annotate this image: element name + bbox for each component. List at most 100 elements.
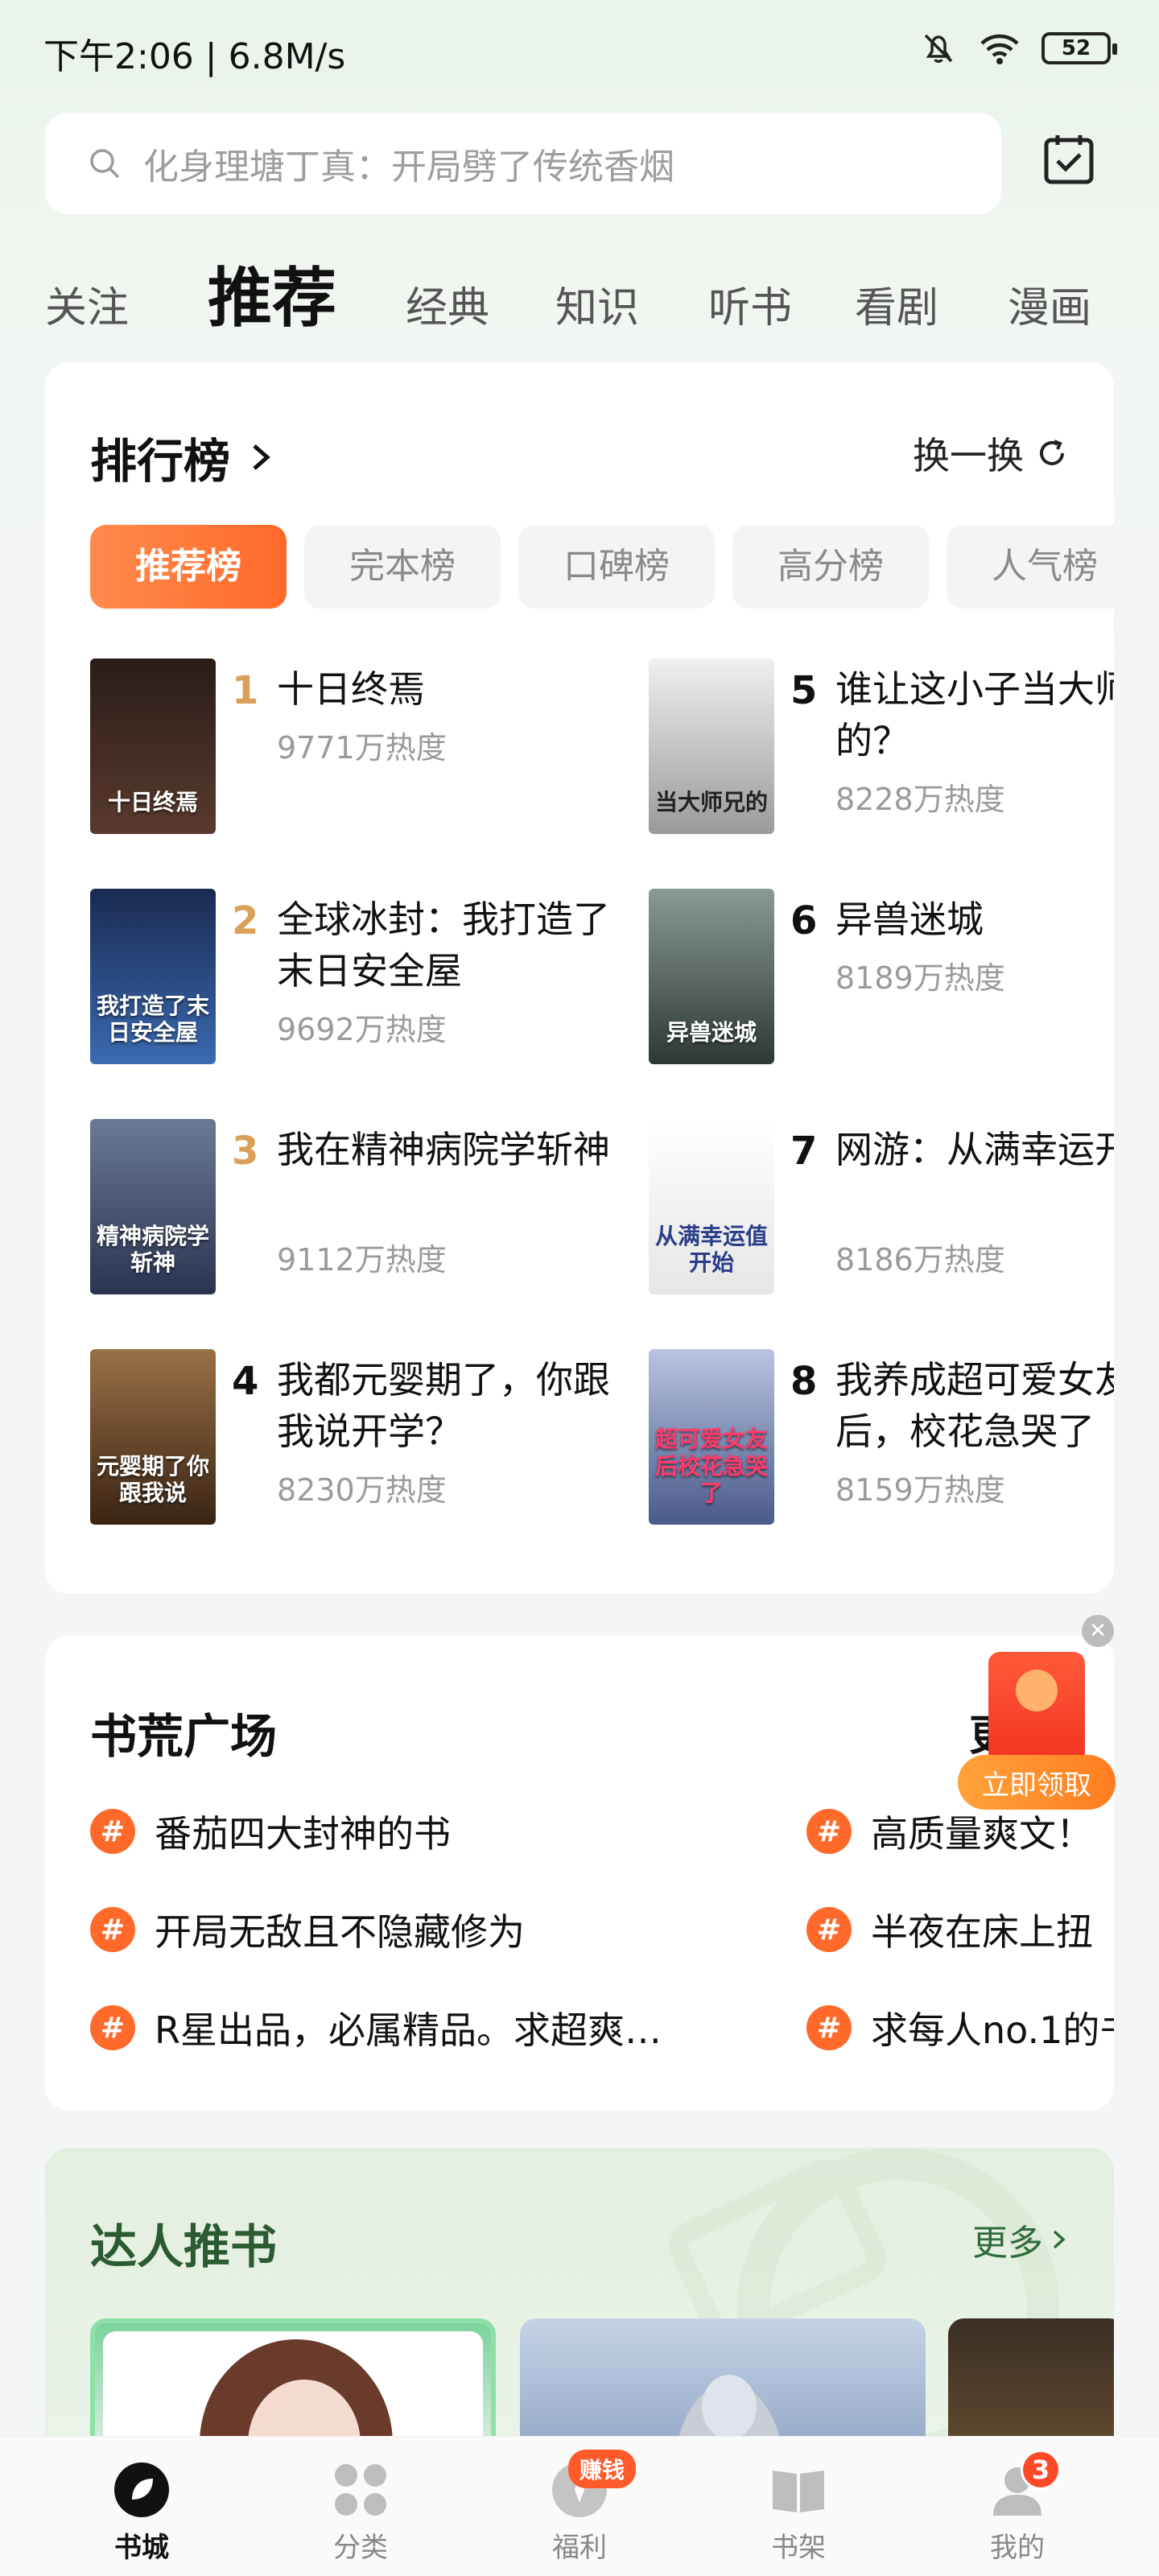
book-title: 异兽迷城: [835, 898, 984, 941]
ranking-card: 排行榜 换一换 推荐榜 完本榜 口碑榜 高分榜 人气榜 十日终焉 1 十日终焉 9771…: [45, 362, 1114, 1594]
book-cover: 超可爱女友后校花急哭了: [649, 1349, 774, 1525]
grid-category-icon: [332, 2461, 390, 2519]
nav-label: 书城: [114, 2532, 169, 2564]
book-title: 网游：从满幸运开始: [835, 1128, 1114, 1171]
red-packet-icon: [988, 1652, 1085, 1765]
book-cover: 元婴期了你跟我说: [90, 1349, 216, 1525]
ranking-header[interactable]: 排行榜: [90, 423, 275, 491]
ranking-book[interactable]: 当大师兄的 5 谁让这小子当大师兄的？ 8228万热度: [649, 658, 1114, 844]
nav-label: 福利: [552, 2532, 607, 2564]
battery-level: 52: [1061, 36, 1091, 60]
nav-welfare[interactable]: 赚钱 福利: [499, 2437, 660, 2576]
ranking-filter-chips: 推荐榜 完本榜 口碑榜 高分榜 人气榜: [90, 525, 1114, 610]
red-packet-float[interactable]: ✕ 立即领取: [958, 1615, 1116, 1816]
chip-reputation[interactable]: 口碑榜: [518, 525, 715, 609]
tab-recommend[interactable]: 推荐: [208, 246, 336, 340]
topic-item[interactable]: # R星出品，必属精品。求超爽…: [90, 2001, 662, 2054]
rank-number: 8: [790, 1359, 818, 1404]
expert-more-link[interactable]: 更多: [972, 2214, 1069, 2265]
topic-text: 求每人no.1的书: [871, 2008, 1114, 2052]
refresh-label: 换一换: [913, 434, 1024, 477]
user-icon: 3: [988, 2450, 1061, 2519]
tab-follow[interactable]: 关注: [45, 274, 129, 334]
close-icon[interactable]: ✕: [1082, 1615, 1114, 1647]
topic-item[interactable]: # 番茄四大封神的书: [90, 1805, 451, 1858]
ranking-book[interactable]: 异兽迷城 6 异兽迷城 8189万热度: [649, 889, 1114, 1074]
expert-more-label: 更多: [972, 2223, 1043, 2264]
book-title: 谁让这小子当大师兄的？: [835, 667, 1114, 762]
chevron-right-icon: [1053, 2230, 1066, 2249]
tab-comics[interactable]: 漫画: [1008, 274, 1091, 334]
coin-icon: [1016, 1670, 1058, 1711]
bottom-nav: 书城 分类 赚钱 福利 书架 3 我的: [0, 2436, 1159, 2576]
ranking-title: 排行榜: [90, 434, 231, 489]
expert-title: 达人推书: [90, 2219, 278, 2274]
rank-number: 2: [232, 898, 259, 943]
topic-item[interactable]: # 半夜在床上扭: [806, 1903, 1093, 1956]
ranking-book[interactable]: 超可爱女友后校花急哭了 8 我养成超可爱女友后，校花急哭了 8159万热度: [649, 1349, 1114, 1534]
topic-text: 半夜在床上扭: [871, 1910, 1093, 1954]
ranking-book[interactable]: 从满幸运值开始 7 网游：从满幸运开始 8186万热度: [649, 1119, 1114, 1304]
hashtag-icon: #: [90, 1809, 135, 1854]
hashtag-icon: #: [806, 2005, 852, 2050]
book-hunt-card: 书荒广场 更 # 番茄四大封神的书 # 高质量爽文！ # 开局无敌且不隐藏修为 …: [45, 1636, 1114, 2111]
book-cover: 异兽迷城: [649, 889, 774, 1064]
rank-number: 1: [232, 668, 259, 713]
rank-number: 4: [232, 1359, 259, 1404]
nav-bookstore[interactable]: 书城: [61, 2437, 222, 2576]
open-book-icon: [769, 2461, 827, 2519]
search-icon: [90, 149, 120, 179]
rank-number: 3: [232, 1129, 259, 1174]
chip-finished[interactable]: 完本榜: [304, 525, 501, 609]
claim-now-button[interactable]: 立即领取: [958, 1755, 1116, 1810]
hashtag-icon: #: [90, 1907, 135, 1952]
tab-drama[interactable]: 看剧: [855, 274, 938, 334]
search-placeholder: 化身理塘丁真：开局劈了传统香烟: [143, 147, 674, 188]
tab-knowledge[interactable]: 知识: [555, 274, 639, 334]
nav-profile[interactable]: 3 我的: [937, 2437, 1098, 2576]
book-cover: 精神病院学斩神: [90, 1119, 216, 1294]
earn-badge: 赚钱: [568, 2450, 637, 2488]
ranking-book[interactable]: 我打造了末日安全屋 2 全球冰封：我打造了末日安全屋 9692万热度: [90, 889, 610, 1074]
chevron-right-icon: [253, 444, 270, 470]
hashtag-icon: #: [806, 1809, 852, 1854]
status-icons: 52: [919, 29, 1117, 68]
book-heat: 9692万热度: [277, 1012, 447, 1047]
channel-tabs: 关注 推荐 经典 知识 听书 看剧 漫画: [0, 238, 1159, 343]
chip-recommend[interactable]: 推荐榜: [90, 525, 287, 609]
hashtag-icon: #: [806, 1907, 852, 1952]
rank-number: 5: [790, 668, 818, 713]
calendar-check-icon: [1044, 135, 1094, 184]
book-cover: 从满幸运值开始: [649, 1119, 774, 1294]
topic-item[interactable]: # 开局无敌且不隐藏修为: [90, 1903, 525, 1956]
ranking-book[interactable]: 十日终焉 1 十日终焉 9771万热度: [90, 658, 605, 844]
book-heat: 8159万热度: [835, 1472, 1005, 1508]
ranking-book[interactable]: 精神病院学斩神 3 我在精神病院学斩神 9112万热度: [90, 1119, 610, 1304]
tab-audiobook[interactable]: 听书: [708, 274, 792, 334]
book-title: 我在精神病院学斩神: [277, 1128, 610, 1171]
book-heat: 9771万热度: [277, 730, 447, 766]
status-time-speed: 下午2:06 | 6.8M/s: [43, 36, 346, 77]
nav-bookshelf[interactable]: 书架: [718, 2437, 879, 2576]
book-title: 全球冰封：我打造了末日安全屋: [277, 898, 610, 993]
ranking-book[interactable]: 元婴期了你跟我说 4 我都元婴期了，你跟我说开学？ 8230万热度: [90, 1349, 610, 1534]
mute-bell-icon: [924, 34, 953, 63]
nav-category[interactable]: 分类: [280, 2437, 441, 2576]
calendar-checkin-button[interactable]: [1037, 127, 1101, 192]
tab-classic[interactable]: 经典: [406, 274, 489, 334]
chip-high-score[interactable]: 高分榜: [732, 525, 929, 609]
refresh-button[interactable]: 换一换: [913, 427, 1069, 480]
search-bar[interactable]: 化身理塘丁真：开局劈了传统香烟: [45, 113, 1001, 214]
status-bar: 下午2:06 | 6.8M/s 52: [0, 0, 1159, 97]
book-heat: 8186万热度: [835, 1242, 1005, 1278]
chip-popular[interactable]: 人气榜: [947, 525, 1114, 609]
topic-text: R星出品，必属精品。求超爽…: [155, 2008, 662, 2052]
compass-leaf-icon: [113, 2461, 171, 2519]
book-heat: 8189万热度: [835, 960, 1005, 996]
topic-item[interactable]: # 求每人no.1的书: [806, 2001, 1114, 2054]
rank-number: 6: [790, 898, 818, 943]
book-hunt-title: 书荒广场: [90, 1709, 278, 1764]
book-title: 我都元婴期了，你跟我说开学？: [277, 1358, 610, 1453]
topic-text: 番茄四大封神的书: [155, 1812, 451, 1856]
book-cover: 当大师兄的: [649, 658, 774, 834]
